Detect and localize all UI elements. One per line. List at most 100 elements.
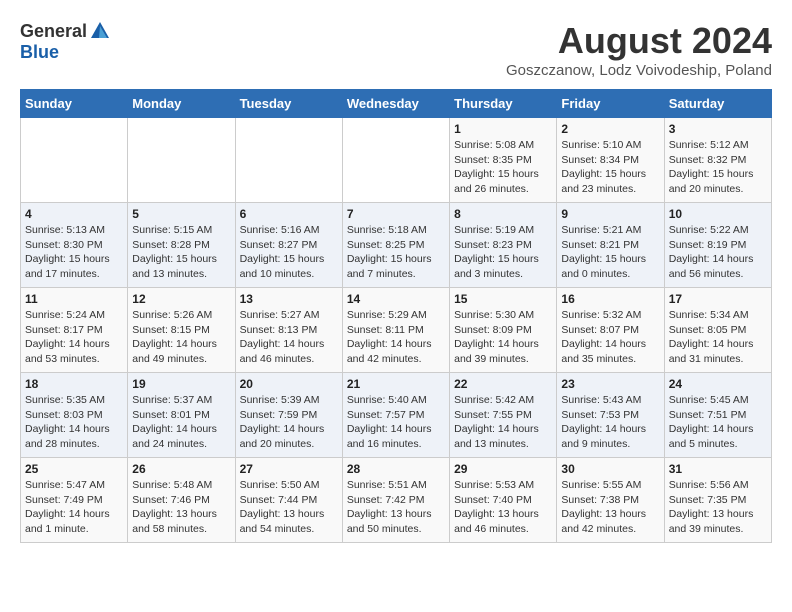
day-number: 15 bbox=[454, 292, 552, 306]
weekday-header-row: SundayMondayTuesdayWednesdayThursdayFrid… bbox=[21, 90, 772, 118]
day-info: Sunrise: 5:56 AM Sunset: 7:35 PM Dayligh… bbox=[669, 478, 767, 537]
day-cell-28: 28 Sunrise: 5:51 AM Sunset: 7:42 PM Dayli… bbox=[342, 458, 449, 543]
week-row-2: 4 Sunrise: 5:13 AM Sunset: 8:30 PM Daylig… bbox=[21, 203, 772, 288]
day-cell-19: 19Sunrise: 5:37 AM Sunset: 8:01 PM Dayli… bbox=[128, 373, 235, 458]
day-number: 31 bbox=[669, 462, 767, 476]
logo: General Blue bbox=[20, 20, 111, 63]
day-number: 5 bbox=[132, 207, 230, 221]
day-number: 20 bbox=[240, 377, 338, 391]
day-info: Sunrise: 5:13 AM Sunset: 8:30 PM Dayligh… bbox=[25, 223, 123, 282]
weekday-header-wednesday: Wednesday bbox=[342, 90, 449, 118]
day-number: 17 bbox=[669, 292, 767, 306]
day-info: Sunrise: 5:50 AM Sunset: 7:44 PM Dayligh… bbox=[240, 478, 338, 537]
empty-cell bbox=[342, 118, 449, 203]
day-number: 18 bbox=[25, 377, 123, 391]
day-info: Sunrise: 5:51 AM Sunset: 7:42 PM Dayligh… bbox=[347, 478, 445, 537]
day-info: Sunrise: 5:26 AM Sunset: 8:15 PM Dayligh… bbox=[132, 308, 230, 367]
day-cell-22: 22 Sunrise: 5:42 AM Sunset: 7:55 PM Dayli… bbox=[450, 373, 557, 458]
day-cell-6: 6 Sunrise: 5:16 AM Sunset: 8:27 PM Daylig… bbox=[235, 203, 342, 288]
week-row-1: 1 Sunrise: 5:08 AM Sunset: 8:35 PM Daylig… bbox=[21, 118, 772, 203]
day-number: 6 bbox=[240, 207, 338, 221]
day-cell-5: 5 Sunrise: 5:15 AM Sunset: 8:28 PM Daylig… bbox=[128, 203, 235, 288]
day-cell-4: 4 Sunrise: 5:13 AM Sunset: 8:30 PM Daylig… bbox=[21, 203, 128, 288]
day-cell-16: 16Sunrise: 5:32 AM Sunset: 8:07 PM Dayli… bbox=[557, 288, 664, 373]
day-number: 4 bbox=[25, 207, 123, 221]
day-info: Sunrise: 5:32 AM Sunset: 8:07 PM Dayligh… bbox=[561, 308, 659, 367]
day-info: Sunrise: 5:47 AM Sunset: 7:49 PM Dayligh… bbox=[25, 478, 123, 537]
day-number: 2 bbox=[561, 122, 659, 136]
logo-icon bbox=[89, 20, 111, 42]
day-info: Sunrise: 5:42 AM Sunset: 7:55 PM Dayligh… bbox=[454, 393, 552, 452]
day-number: 30 bbox=[561, 462, 659, 476]
day-cell-21: 21 Sunrise: 5:40 AM Sunset: 7:57 PM Dayli… bbox=[342, 373, 449, 458]
header: General Blue August 2024 Goszczanow, Lod… bbox=[20, 20, 772, 79]
weekday-header-saturday: Saturday bbox=[664, 90, 771, 118]
calendar-table: SundayMondayTuesdayWednesdayThursdayFrid… bbox=[20, 89, 772, 543]
logo-general-text: General bbox=[20, 21, 87, 42]
week-row-5: 25 Sunrise: 5:47 AM Sunset: 7:49 PM Dayli… bbox=[21, 458, 772, 543]
day-cell-7: 7Sunrise: 5:18 AM Sunset: 8:25 PM Daylig… bbox=[342, 203, 449, 288]
day-number: 7 bbox=[347, 207, 445, 221]
day-cell-13: 13 Sunrise: 5:27 AM Sunset: 8:13 PM Dayli… bbox=[235, 288, 342, 373]
day-cell-9: 9 Sunrise: 5:21 AM Sunset: 8:21 PM Daylig… bbox=[557, 203, 664, 288]
day-number: 13 bbox=[240, 292, 338, 306]
day-info: Sunrise: 5:27 AM Sunset: 8:13 PM Dayligh… bbox=[240, 308, 338, 367]
day-number: 23 bbox=[561, 377, 659, 391]
day-info: Sunrise: 5:34 AM Sunset: 8:05 PM Dayligh… bbox=[669, 308, 767, 367]
day-info: Sunrise: 5:39 AM Sunset: 7:59 PM Dayligh… bbox=[240, 393, 338, 452]
day-number: 27 bbox=[240, 462, 338, 476]
day-number: 24 bbox=[669, 377, 767, 391]
day-info: Sunrise: 5:45 AM Sunset: 7:51 PM Dayligh… bbox=[669, 393, 767, 452]
week-row-3: 11 Sunrise: 5:24 AM Sunset: 8:17 PM Dayli… bbox=[21, 288, 772, 373]
day-number: 14 bbox=[347, 292, 445, 306]
empty-cell bbox=[128, 118, 235, 203]
day-info: Sunrise: 5:37 AM Sunset: 8:01 PM Dayligh… bbox=[132, 393, 230, 452]
day-number: 1 bbox=[454, 122, 552, 136]
day-cell-8: 8 Sunrise: 5:19 AM Sunset: 8:23 PM Daylig… bbox=[450, 203, 557, 288]
day-info: Sunrise: 5:35 AM Sunset: 8:03 PM Dayligh… bbox=[25, 393, 123, 452]
day-cell-29: 29Sunrise: 5:53 AM Sunset: 7:40 PM Dayli… bbox=[450, 458, 557, 543]
day-number: 25 bbox=[25, 462, 123, 476]
day-number: 11 bbox=[25, 292, 123, 306]
day-info: Sunrise: 5:22 AM Sunset: 8:19 PM Dayligh… bbox=[669, 223, 767, 282]
day-number: 28 bbox=[347, 462, 445, 476]
day-number: 3 bbox=[669, 122, 767, 136]
day-info: Sunrise: 5:08 AM Sunset: 8:35 PM Dayligh… bbox=[454, 138, 552, 197]
day-info: Sunrise: 5:29 AM Sunset: 8:11 PM Dayligh… bbox=[347, 308, 445, 367]
weekday-header-friday: Friday bbox=[557, 90, 664, 118]
month-year-title: August 2024 bbox=[506, 20, 772, 62]
day-info: Sunrise: 5:15 AM Sunset: 8:28 PM Dayligh… bbox=[132, 223, 230, 282]
day-cell-30: 30 Sunrise: 5:55 AM Sunset: 7:38 PM Dayli… bbox=[557, 458, 664, 543]
day-cell-10: 10Sunrise: 5:22 AM Sunset: 8:19 PM Dayli… bbox=[664, 203, 771, 288]
day-info: Sunrise: 5:21 AM Sunset: 8:21 PM Dayligh… bbox=[561, 223, 659, 282]
day-info: Sunrise: 5:48 AM Sunset: 7:46 PM Dayligh… bbox=[132, 478, 230, 537]
day-cell-25: 25 Sunrise: 5:47 AM Sunset: 7:49 PM Dayli… bbox=[21, 458, 128, 543]
day-cell-1: 1 Sunrise: 5:08 AM Sunset: 8:35 PM Daylig… bbox=[450, 118, 557, 203]
day-cell-18: 18 Sunrise: 5:35 AM Sunset: 8:03 PM Dayli… bbox=[21, 373, 128, 458]
day-number: 8 bbox=[454, 207, 552, 221]
day-info: Sunrise: 5:40 AM Sunset: 7:57 PM Dayligh… bbox=[347, 393, 445, 452]
day-cell-2: 2 Sunrise: 5:10 AM Sunset: 8:34 PM Daylig… bbox=[557, 118, 664, 203]
day-cell-27: 27 Sunrise: 5:50 AM Sunset: 7:44 PM Dayli… bbox=[235, 458, 342, 543]
day-cell-26: 26Sunrise: 5:48 AM Sunset: 7:46 PM Dayli… bbox=[128, 458, 235, 543]
day-number: 9 bbox=[561, 207, 659, 221]
day-cell-11: 11 Sunrise: 5:24 AM Sunset: 8:17 PM Dayli… bbox=[21, 288, 128, 373]
day-number: 22 bbox=[454, 377, 552, 391]
empty-cell bbox=[21, 118, 128, 203]
day-number: 12 bbox=[132, 292, 230, 306]
day-cell-12: 12 Sunrise: 5:26 AM Sunset: 8:15 PM Dayli… bbox=[128, 288, 235, 373]
day-info: Sunrise: 5:16 AM Sunset: 8:27 PM Dayligh… bbox=[240, 223, 338, 282]
day-cell-20: 20 Sunrise: 5:39 AM Sunset: 7:59 PM Dayli… bbox=[235, 373, 342, 458]
day-number: 21 bbox=[347, 377, 445, 391]
empty-cell bbox=[235, 118, 342, 203]
day-cell-14: 14 Sunrise: 5:29 AM Sunset: 8:11 PM Dayli… bbox=[342, 288, 449, 373]
day-info: Sunrise: 5:55 AM Sunset: 7:38 PM Dayligh… bbox=[561, 478, 659, 537]
logo-blue-text: Blue bbox=[20, 42, 59, 63]
day-info: Sunrise: 5:19 AM Sunset: 8:23 PM Dayligh… bbox=[454, 223, 552, 282]
day-info: Sunrise: 5:43 AM Sunset: 7:53 PM Dayligh… bbox=[561, 393, 659, 452]
location-subtitle: Goszczanow, Lodz Voivodeship, Poland bbox=[506, 62, 772, 79]
day-info: Sunrise: 5:24 AM Sunset: 8:17 PM Dayligh… bbox=[25, 308, 123, 367]
day-number: 29 bbox=[454, 462, 552, 476]
weekday-header-tuesday: Tuesday bbox=[235, 90, 342, 118]
day-info: Sunrise: 5:10 AM Sunset: 8:34 PM Dayligh… bbox=[561, 138, 659, 197]
